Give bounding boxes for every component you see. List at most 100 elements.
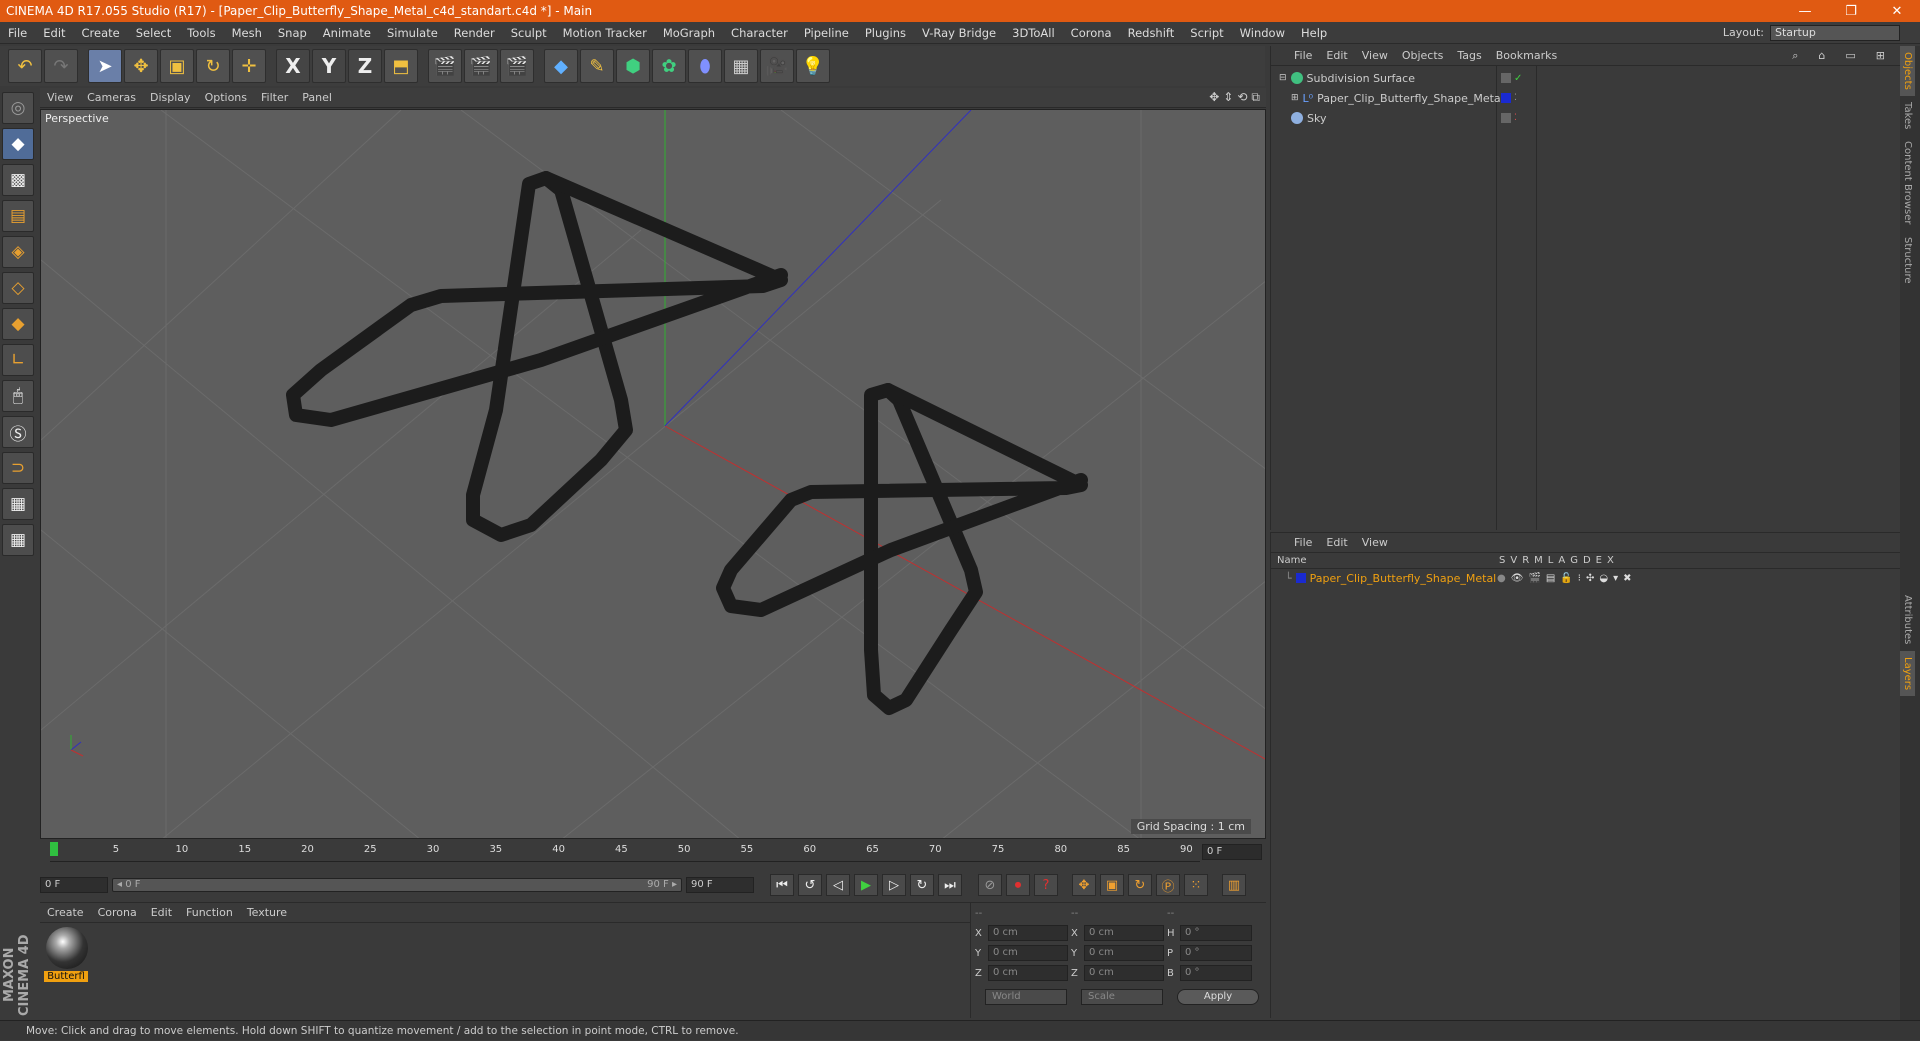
column-render[interactable]: R <box>1522 555 1529 566</box>
play-button[interactable]: ▶ <box>854 874 878 896</box>
menu-tools[interactable]: Tools <box>179 26 223 40</box>
obj-menu-file[interactable]: File <box>1287 49 1319 62</box>
timeline-window-button[interactable]: ▥ <box>1222 874 1246 896</box>
obj-menu-edit[interactable]: Edit <box>1319 49 1354 62</box>
view-toggle-icon[interactable]: 👁 <box>1511 573 1524 584</box>
polygons-mode-button[interactable]: ◆ <box>2 308 34 340</box>
obj-menu-view[interactable]: View <box>1355 49 1395 62</box>
previous-key-button[interactable]: ↺ <box>798 874 822 896</box>
viewport-menu-cameras[interactable]: Cameras <box>80 91 143 104</box>
mat-menu-corona[interactable]: Corona <box>91 906 144 919</box>
maximize-button[interactable]: ❐ <box>1828 4 1874 19</box>
position-x-field[interactable]: 0 cm <box>988 925 1068 941</box>
maximize-viewport-icon[interactable]: ⧉ <box>1251 90 1260 105</box>
previous-frame-button[interactable]: ◁ <box>826 874 850 896</box>
magnet-button[interactable]: ⊃ <box>2 452 34 484</box>
texture-mode-button[interactable]: ▩ <box>2 164 34 196</box>
viewport-menu-options[interactable]: Options <box>198 91 254 104</box>
lock-toggle-icon[interactable]: 🔓 <box>1560 573 1572 584</box>
tab-layers[interactable]: Layers <box>1900 650 1915 696</box>
rotate-tool-button[interactable]: ↻ <box>196 49 230 83</box>
home-icon[interactable]: ⌂ <box>1811 49 1832 63</box>
column-manager[interactable]: M <box>1534 555 1543 566</box>
go-to-start-button[interactable]: ⏮ <box>770 874 794 896</box>
size-x-field[interactable]: 0 cm <box>1084 925 1164 941</box>
go-to-end-button[interactable]: ⏭ <box>938 874 962 896</box>
position-z-field[interactable]: 0 cm <box>988 965 1068 981</box>
viewport-menu-filter[interactable]: Filter <box>254 91 295 104</box>
snap-button[interactable]: Ⓢ <box>2 416 34 448</box>
menu-character[interactable]: Character <box>723 26 796 40</box>
render-view-button[interactable]: 🎬 <box>428 49 462 83</box>
solo-toggle-icon[interactable]: ● <box>1497 573 1506 584</box>
subdivision-surface-button[interactable]: ⬢ <box>616 49 650 83</box>
light-button[interactable]: 💡 <box>796 49 830 83</box>
undo-button[interactable]: ↶ <box>8 49 42 83</box>
model-mode-button[interactable]: ◆ <box>2 128 34 160</box>
object-row-subdivision-surface[interactable]: ⊟ Subdivision Surface ✓ <box>1271 68 1900 88</box>
menu-animate[interactable]: Animate <box>315 26 379 40</box>
manager-toggle-icon[interactable]: ▤ <box>1546 573 1555 584</box>
tab-content-browser[interactable]: Content Browser <box>1900 135 1915 230</box>
cloner-button[interactable]: ✿ <box>652 49 686 83</box>
redo-button[interactable]: ↷ <box>44 49 78 83</box>
search-icon[interactable]: ⌕ <box>1785 49 1805 63</box>
next-frame-button[interactable]: ▷ <box>882 874 906 896</box>
coordinate-mode-dropdown[interactable]: World <box>985 989 1067 1005</box>
frame-range-slider[interactable]: ◂ 0 F 90 F ▸ <box>112 878 682 892</box>
obj-menu-tags[interactable]: Tags <box>1450 49 1488 62</box>
menu-mesh[interactable]: Mesh <box>224 26 270 40</box>
menu-create[interactable]: Create <box>74 26 128 40</box>
menu-vray-bridge[interactable]: V-Ray Bridge <box>914 26 1004 40</box>
deformer-button[interactable]: ⬮ <box>688 49 722 83</box>
render-to-picture-viewer-button[interactable]: 🎬 <box>464 49 498 83</box>
visibility-dots-icon[interactable]: ⁚ <box>1514 113 1517 123</box>
visibility-flag[interactable] <box>1501 113 1511 123</box>
xref-toggle-icon[interactable]: ✖ <box>1623 573 1631 584</box>
key-position-button[interactable]: ✥ <box>1072 874 1096 896</box>
key-scale-button[interactable]: ▣ <box>1100 874 1124 896</box>
frame-ruler[interactable]: 051015202530354045505560657075808590 <box>50 842 1200 862</box>
workplane-mode-button[interactable]: ▤ <box>2 200 34 232</box>
dolly-icon[interactable]: ⇕ <box>1223 90 1233 105</box>
obj-menu-objects[interactable]: Objects <box>1395 49 1451 62</box>
collapse-icon[interactable]: ⊟ <box>1279 73 1287 83</box>
object-row-sky[interactable]: Sky ⁚ <box>1271 108 1900 128</box>
edit-render-settings-button[interactable]: 🎬 <box>500 49 534 83</box>
minimize-button[interactable]: — <box>1782 4 1828 19</box>
menu-select[interactable]: Select <box>128 26 179 40</box>
tab-structure[interactable]: Structure <box>1900 231 1915 290</box>
visibility-dots-icon[interactable]: ⁚ <box>1514 93 1517 103</box>
mat-menu-texture[interactable]: Texture <box>240 906 294 919</box>
layer-menu-file[interactable]: File <box>1287 536 1319 549</box>
menu-pipeline[interactable]: Pipeline <box>796 26 857 40</box>
coordinate-system-button[interactable]: ⬒ <box>384 49 418 83</box>
expand-icon[interactable]: ⊞ <box>1291 93 1299 103</box>
pan-icon[interactable]: ✥ <box>1209 90 1219 105</box>
viewport-menu-view[interactable]: View <box>40 91 80 104</box>
orbit-icon[interactable]: ⟲ <box>1237 90 1247 105</box>
column-generators[interactable]: G <box>1570 555 1578 566</box>
layer-color-flag[interactable] <box>1501 93 1511 103</box>
rotation-p-field[interactable]: 0 ° <box>1180 945 1252 961</box>
layer-row[interactable]: └ Paper_Clip_Butterfly_Shape_Metal ● 👁 🎬… <box>1271 569 1900 587</box>
position-y-field[interactable]: 0 cm <box>988 945 1068 961</box>
keyframe-selection-button[interactable]: ⊘ <box>978 874 1002 896</box>
key-pla-button[interactable]: ⁙ <box>1184 874 1208 896</box>
next-key-button[interactable]: ↻ <box>910 874 934 896</box>
x-axis-lock-button[interactable]: X <box>276 49 310 83</box>
tweak-mode-button[interactable]: 🖱 <box>2 380 34 412</box>
column-view[interactable]: V <box>1510 555 1517 566</box>
column-expressions[interactable]: E <box>1596 555 1602 566</box>
move-tool-button[interactable]: ✥ <box>124 49 158 83</box>
points-mode-button[interactable]: ◈ <box>2 236 34 268</box>
spline-pen-button[interactable]: ✎ <box>580 49 614 83</box>
column-xref[interactable]: X <box>1607 555 1614 566</box>
menu-corona[interactable]: Corona <box>1063 26 1120 40</box>
mat-menu-edit[interactable]: Edit <box>144 906 179 919</box>
size-y-field[interactable]: 0 cm <box>1084 945 1164 961</box>
y-axis-lock-button[interactable]: Y <box>312 49 346 83</box>
z-axis-lock-button[interactable]: Z <box>348 49 382 83</box>
scale-tool-button[interactable]: ▣ <box>160 49 194 83</box>
menu-motion-tracker[interactable]: Motion Tracker <box>555 26 655 40</box>
